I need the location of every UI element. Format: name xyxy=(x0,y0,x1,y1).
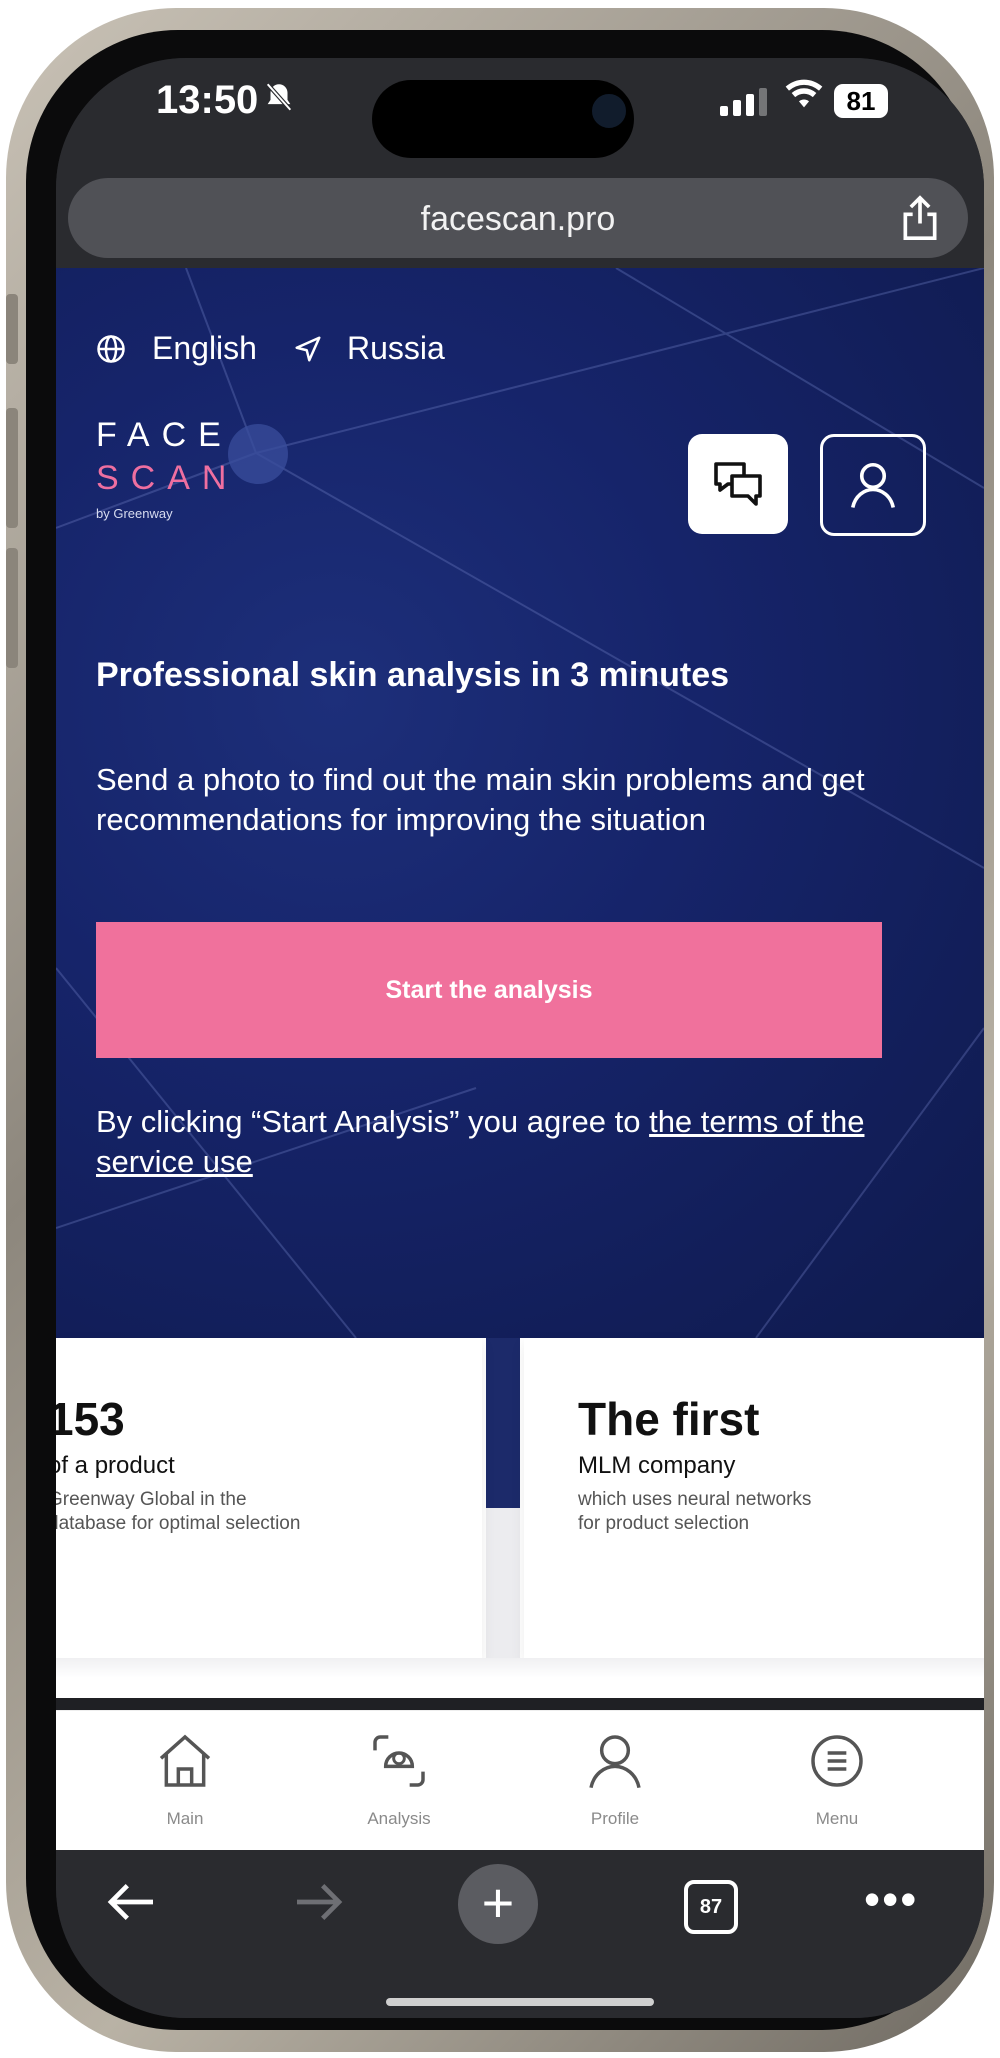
stat-value: 153 xyxy=(56,1393,125,1445)
forward-arrow-icon[interactable] xyxy=(290,1874,346,1935)
home-icon xyxy=(159,1734,211,1787)
locale-selector: English Russia xyxy=(96,330,445,367)
status-bar: 13:50 81 xyxy=(56,58,984,168)
stat-card-products[interactable]: 153 of a product Greenway Global in the d… xyxy=(56,1338,482,1658)
tab-menu[interactable]: Menu xyxy=(772,1729,902,1829)
stat-value: The first xyxy=(578,1393,760,1445)
address-bar[interactable]: facescan.pro xyxy=(68,178,968,258)
front-camera xyxy=(586,88,632,134)
tab-label: Main xyxy=(166,1809,204,1828)
share-icon[interactable] xyxy=(898,194,942,242)
stat-description: Greenway Global in the database for optim… xyxy=(56,1489,301,1534)
terms-prefix: By clicking “Start Analysis” you agree t… xyxy=(96,1104,650,1139)
globe-icon xyxy=(97,334,125,363)
start-analysis-button[interactable]: Start the analysis xyxy=(96,922,882,1058)
cellular-signal-icon xyxy=(720,88,767,116)
carousel-divider-shadow xyxy=(486,1508,520,1668)
browser-toolbar: + 87 ••• xyxy=(56,1850,984,2018)
logo-tagline: by Greenway xyxy=(96,506,173,521)
hero-section: English Russia FACE SCAN by Greenway Pro… xyxy=(56,268,984,1338)
home-indicator[interactable] xyxy=(386,1998,654,2006)
volume-down-button xyxy=(6,548,18,668)
section-divider xyxy=(56,1658,984,1678)
country-selector[interactable]: Russia xyxy=(347,330,445,367)
stats-carousel[interactable]: 153 of a product Greenway Global in the d… xyxy=(56,1338,984,1698)
browser-address-area: facescan.pro xyxy=(56,168,984,268)
bottom-tab-bar: Main Analysis Profile Menu xyxy=(56,1710,984,1851)
silent-bell-icon xyxy=(262,80,296,122)
hero-headline: Professional skin analysis in 3 minutes xyxy=(96,656,730,694)
back-arrow-icon[interactable] xyxy=(104,1874,160,1935)
more-options-icon[interactable]: ••• xyxy=(864,1872,918,1926)
wifi-icon xyxy=(784,76,824,121)
menu-icon xyxy=(811,1735,863,1787)
tab-main[interactable]: Main xyxy=(120,1729,250,1829)
user-icon xyxy=(850,462,896,508)
address-url: facescan.pro xyxy=(420,200,616,238)
stat-card-first-mlm[interactable]: The first MLM company which uses neural … xyxy=(524,1338,984,1658)
new-tab-button[interactable]: + xyxy=(458,1864,538,1944)
chat-bubbles-icon xyxy=(714,462,762,506)
language-selector[interactable]: English xyxy=(152,330,257,367)
location-arrow-icon xyxy=(295,336,321,361)
tab-label: Menu xyxy=(815,1809,859,1828)
stat-label: MLM company xyxy=(578,1452,736,1479)
carousel-divider xyxy=(486,1338,520,1508)
status-time: 13:50 xyxy=(156,78,259,122)
facescan-logo[interactable]: FACE SCAN by Greenway xyxy=(96,416,238,521)
tab-profile[interactable]: Profile xyxy=(550,1729,680,1829)
logo-line-scan: SCAN xyxy=(96,459,239,497)
chat-button[interactable] xyxy=(688,434,788,534)
tab-label: Profile xyxy=(590,1809,640,1828)
face-scan-icon xyxy=(373,1735,425,1787)
profile-button[interactable] xyxy=(820,434,926,536)
stat-description: which uses neural networks for product se… xyxy=(578,1489,812,1534)
tab-switcher-button[interactable]: 87 xyxy=(684,1880,738,1934)
phone-frame: 13:50 81 facescan.pro English Russia FAC… xyxy=(6,8,994,2052)
phone-screen: 13:50 81 facescan.pro English Russia FAC… xyxy=(56,58,984,2018)
tab-label: Analysis xyxy=(367,1809,431,1828)
tab-analysis[interactable]: Analysis xyxy=(334,1729,464,1829)
hero-description: Send a photo to find out the main skin p… xyxy=(96,762,865,837)
logo-line-face: FACE xyxy=(96,416,233,454)
stat-label: of a product xyxy=(56,1452,175,1479)
terms-notice: By clicking “Start Analysis” you agree t… xyxy=(96,1102,916,1182)
user-icon xyxy=(589,1735,641,1789)
mute-switch xyxy=(6,294,18,364)
battery-indicator: 81 xyxy=(834,84,888,118)
volume-up-button xyxy=(6,408,18,528)
